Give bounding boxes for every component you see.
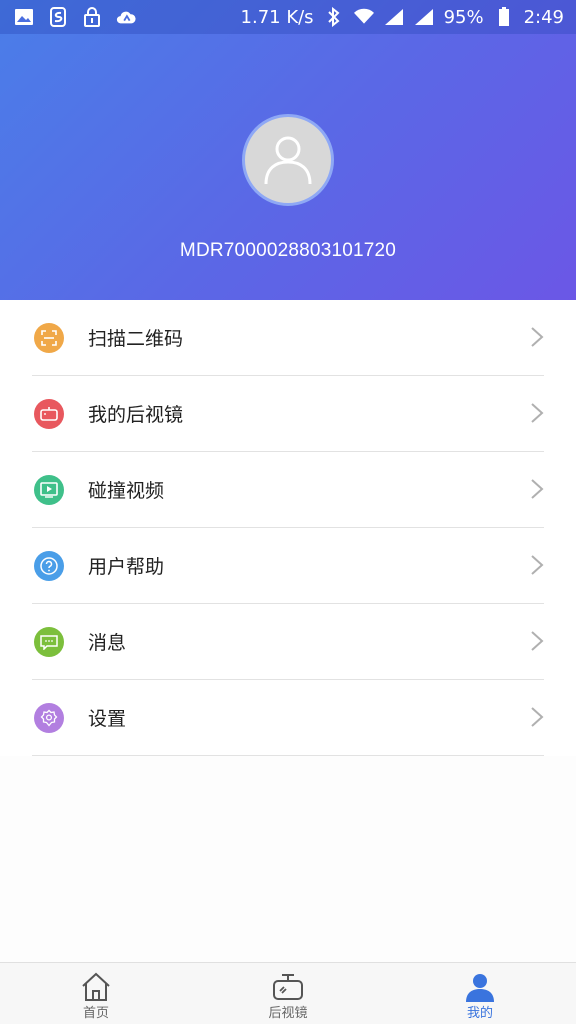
screen: 1.71 K/s 95% 2:49 MDR7000028803101720 扫描… [0,0,576,1024]
profile-header: MDR7000028803101720 [0,34,576,300]
device-id: MDR7000028803101720 [179,240,397,261]
tab-label: 我的 [466,1006,493,1021]
user-silhouette-icon [264,136,312,185]
chevron-right-icon [531,555,544,575]
bottom-tab-bar: 首页 后视镜 我的 [0,962,576,1024]
menu-item-my-mirror[interactable]: 我的后视镜 [32,376,544,452]
help-icon [34,550,64,581]
menu-item-settings[interactable]: 设置 [32,680,544,756]
message-icon [34,626,64,657]
cloud-icon [116,7,136,27]
clock: 2:49 [523,6,564,28]
app-notification-icon [48,7,68,27]
chevron-right-icon [531,403,544,423]
scan-qr-icon [34,322,64,353]
menu-label: 用户帮助 [88,556,165,578]
chevron-right-icon [531,327,544,347]
menu-label: 消息 [88,632,127,654]
tab-rearview-mirror[interactable]: 后视镜 [192,963,384,1024]
menu-label: 设置 [88,708,127,730]
chevron-right-icon [531,479,544,499]
menu-label: 我的后视镜 [88,404,184,426]
battery-percent: 95% [443,6,484,28]
rearview-mirror-icon [34,398,64,429]
battery-icon [494,7,514,27]
menu-item-messages[interactable]: 消息 [32,604,544,680]
network-speed: 1.71 K/s [240,6,314,28]
menu-list: 扫描二维码 我的后视镜 碰撞视频 用户帮助 消息 设置 [0,300,576,756]
settings-gear-icon [34,702,64,733]
menu-item-scan-qr[interactable]: 扫描二维码 [32,300,544,376]
tab-label: 首页 [82,1006,109,1021]
status-bar: 1.71 K/s 95% 2:49 [0,0,576,34]
avatar[interactable] [242,114,334,206]
menu-item-user-help[interactable]: 用户帮助 [32,528,544,604]
tab-label: 后视镜 [268,1006,308,1021]
rearview-mirror-icon [273,974,303,1000]
tab-mine[interactable]: 我的 [384,963,576,1024]
lock-icon [82,7,102,27]
gallery-icon [14,7,34,27]
signal-icon [384,7,404,27]
home-icon [82,972,110,1001]
video-play-icon [34,474,64,505]
tab-home[interactable]: 首页 [0,963,192,1024]
bluetooth-icon [324,7,344,27]
signal-icon-2 [414,7,434,27]
menu-label: 扫描二维码 [88,328,184,350]
chevron-right-icon [531,631,544,651]
menu-item-collision-video[interactable]: 碰撞视频 [32,452,544,528]
chevron-right-icon [531,707,544,727]
wifi-icon [353,7,374,27]
user-icon [466,974,494,1002]
menu-label: 碰撞视频 [88,480,165,502]
